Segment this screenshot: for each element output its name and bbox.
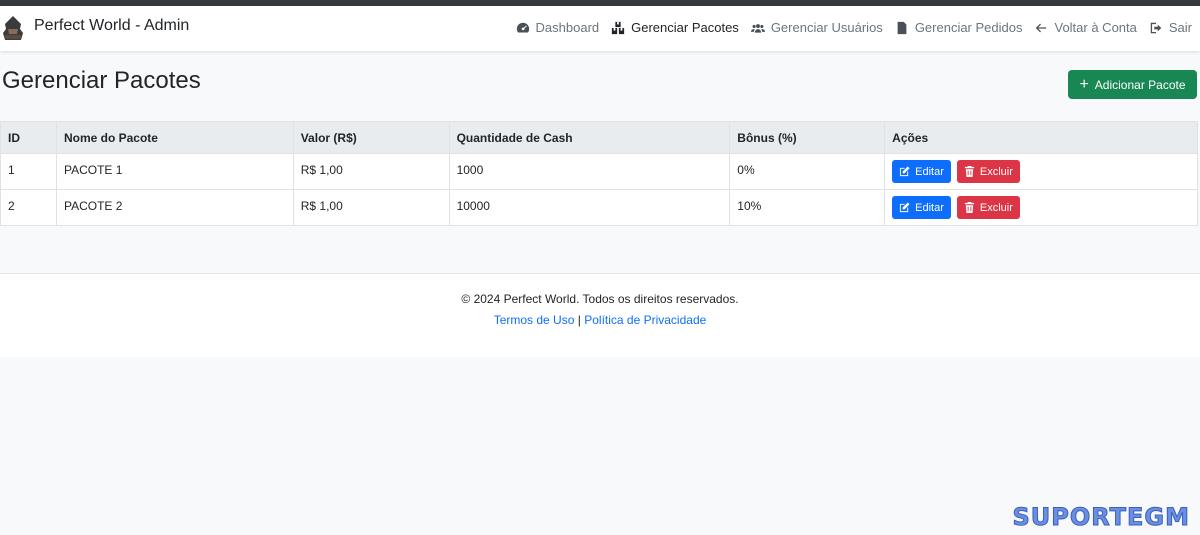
terms-link[interactable]: Termos de Uso <box>494 313 575 327</box>
brand[interactable]: Perfect World - Admin <box>2 15 189 41</box>
nav-gerenciar-usuarios[interactable]: Gerenciar Usuários <box>750 20 883 35</box>
packages-table: ID Nome do Pacote Valor (R$) Quantidade … <box>0 121 1198 226</box>
sign-out-icon <box>1150 22 1162 33</box>
nav-gerenciar-pacotes-label: Gerenciar Pacotes <box>631 20 739 35</box>
cell-id: 1 <box>0 153 57 190</box>
edit-label: Editar <box>915 165 944 178</box>
trash-icon <box>964 202 974 213</box>
table-row: 2 PACOTE 2 R$ 1,00 10000 10% Editar Excl… <box>0 189 1198 226</box>
edit-icon <box>900 166 910 177</box>
nav-dashboard[interactable]: Dashboard <box>516 20 600 35</box>
header-id: ID <box>0 121 57 154</box>
footer-separator: | <box>577 313 581 327</box>
nav-gerenciar-pedidos[interactable]: Gerenciar Pedidos <box>895 20 1023 35</box>
cell-cash: 1000 <box>448 153 731 190</box>
footer-copyright: © 2024 Perfect World. Todos os direitos … <box>461 292 739 306</box>
plus-icon: + <box>1079 75 1089 93</box>
edit-button[interactable]: Editar <box>892 160 951 183</box>
cell-id: 2 <box>0 189 57 226</box>
brand-logo-icon <box>3 16 23 40</box>
header-actions: Ações <box>884 121 1198 154</box>
footer-links: Termos de Uso | Política de Privacidade <box>0 313 1200 327</box>
nav-sair[interactable]: Sair <box>1149 20 1192 35</box>
header-name: Nome do Pacote <box>55 121 294 154</box>
watermark-logo: SUPORTEGM <box>1012 503 1190 532</box>
nav-dashboard-label: Dashboard <box>535 20 600 35</box>
table-header-row: ID Nome do Pacote Valor (R$) Quantidade … <box>0 121 1198 154</box>
cell-value: R$ 1,00 <box>292 153 450 190</box>
header-bonus: Bônus (%) <box>729 121 886 154</box>
delete-button[interactable]: Excluir <box>956 160 1020 183</box>
packages-table-container: ID Nome do Pacote Valor (R$) Quantidade … <box>0 121 1198 226</box>
cell-actions: Editar Excluir <box>884 153 1198 190</box>
edit-label: Editar <box>915 201 944 214</box>
receipt-icon <box>897 21 907 34</box>
nav-menu: Dashboard Gerenciar Pacotes Gerenciar Us… <box>504 20 1192 35</box>
cell-name: PACOTE 1 <box>55 153 294 190</box>
page-footer: © 2024 Perfect World. Todos os direitos … <box>0 273 1200 357</box>
trash-icon <box>964 166 974 177</box>
header-value: Valor (R$) <box>292 121 450 154</box>
cell-name: PACOTE 2 <box>55 189 294 226</box>
table-row: 1 PACOTE 1 R$ 1,00 1000 0% Editar Exclui… <box>0 153 1198 190</box>
nav-sair-label: Sair <box>1168 20 1192 35</box>
cell-cash: 10000 <box>448 189 731 226</box>
edit-icon <box>900 202 910 213</box>
nav-gerenciar-pacotes[interactable]: Gerenciar Pacotes <box>611 20 739 35</box>
cell-value: R$ 1,00 <box>292 189 450 226</box>
privacy-link[interactable]: Política de Privacidade <box>584 313 706 327</box>
edit-button[interactable]: Editar <box>892 196 951 219</box>
delete-label: Excluir <box>979 201 1013 214</box>
nav-gerenciar-pedidos-label: Gerenciar Pedidos <box>914 20 1023 35</box>
nav-gerenciar-usuarios-label: Gerenciar Usuários <box>770 20 883 35</box>
delete-button[interactable]: Excluir <box>956 196 1020 219</box>
arrow-left-icon <box>1036 23 1047 32</box>
add-package-label: Adicionar Pacote <box>1094 77 1186 92</box>
users-icon <box>750 23 765 33</box>
cell-actions: Editar Excluir <box>884 189 1198 226</box>
add-package-button[interactable]: + Adicionar Pacote <box>1068 70 1197 99</box>
gauge-icon <box>516 22 529 33</box>
cell-bonus: 0% <box>729 153 886 190</box>
header-cash: Quantidade de Cash <box>448 121 731 154</box>
nav-voltar-conta[interactable]: Voltar à Conta <box>1034 20 1137 35</box>
boxes-icon <box>612 21 625 34</box>
cell-bonus: 10% <box>729 189 886 226</box>
page-title: Gerenciar Pacotes <box>2 67 201 94</box>
brand-title: Perfect World - Admin <box>34 17 190 34</box>
delete-label: Excluir <box>979 165 1013 178</box>
top-navbar: Perfect World - Admin Dashboard Gerencia… <box>0 6 1200 51</box>
nav-voltar-conta-label: Voltar à Conta <box>1054 20 1137 35</box>
